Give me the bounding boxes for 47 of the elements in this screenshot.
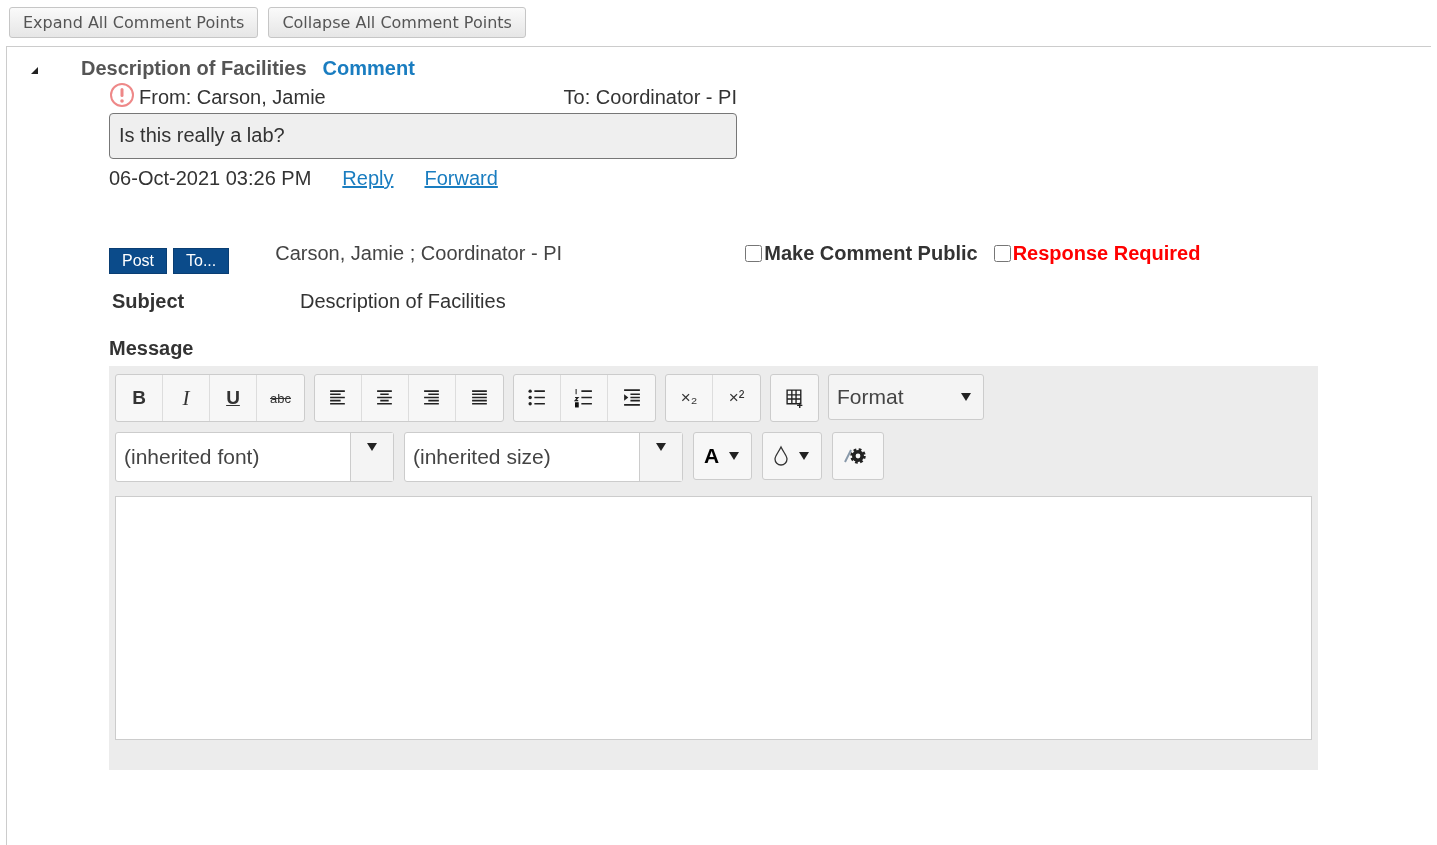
message-label: Message — [109, 337, 195, 360]
justify-icon — [469, 388, 490, 408]
align-left-icon — [328, 388, 348, 408]
subject-text: Description of Facilities — [300, 290, 506, 313]
text-color-button[interactable]: A — [693, 432, 753, 480]
font-dropdown[interactable]: (inherited font) — [115, 432, 394, 482]
comment-date: 06-Oct-2021 03:26 PM — [109, 167, 312, 190]
checkbox-label: Response Required — [1012, 242, 1201, 265]
bold-button[interactable]: B — [116, 375, 163, 421]
checkbox-label: Make Comment Public — [764, 242, 978, 265]
subject-label: Subject — [111, 290, 186, 313]
bulleted-list-icon — [527, 388, 547, 408]
to-button[interactable]: To... — [173, 248, 230, 274]
strikethrough-button[interactable]: abc — [257, 375, 304, 421]
superscript-button[interactable]: ×² — [713, 375, 760, 421]
indent-icon — [621, 388, 642, 408]
comment-label: Comment — [322, 57, 415, 80]
numbered-list-icon — [574, 388, 594, 408]
settings-button[interactable] — [832, 432, 885, 480]
align-center-icon — [375, 388, 395, 408]
checkbox[interactable] — [745, 245, 763, 262]
subscript-button[interactable]: ×₂ — [666, 375, 713, 421]
toolbar-button[interactable]: Expand All Comment Points — [9, 7, 259, 38]
toolbar-button[interactable]: Collapse All Comment Points — [268, 7, 526, 38]
background-color-button[interactable] — [762, 432, 823, 480]
recipients-text: Carson, Jamie ; Coordinator - PI — [275, 242, 564, 265]
table-icon — [784, 388, 805, 408]
droplet-icon — [773, 445, 790, 467]
size-dropdown[interactable]: (inherited size) — [404, 432, 683, 482]
checkbox[interactable] — [993, 245, 1011, 262]
format-dropdown[interactable]: Format — [828, 374, 984, 420]
caret-icon — [799, 452, 810, 460]
sender-text: From: Carson, Jamie — [139, 86, 326, 109]
post-button[interactable]: Post — [109, 248, 167, 274]
caret-icon — [961, 393, 971, 401]
align-right-icon — [422, 388, 442, 408]
caret-icon — [729, 452, 740, 460]
section-title: Description of Facilities — [81, 57, 307, 80]
comment-message: Is this really a lab? — [109, 113, 737, 159]
recipient-text: To: Coordinator - PI — [563, 86, 737, 109]
underline-button[interactable]: U — [210, 375, 257, 421]
action-link[interactable]: Forward — [424, 167, 498, 190]
collapse-triangle-icon[interactable] — [29, 65, 39, 75]
italic-button[interactable]: I — [163, 375, 210, 421]
caret-icon — [656, 443, 666, 451]
action-link[interactable]: Reply — [342, 167, 394, 190]
caret-icon — [367, 443, 377, 451]
